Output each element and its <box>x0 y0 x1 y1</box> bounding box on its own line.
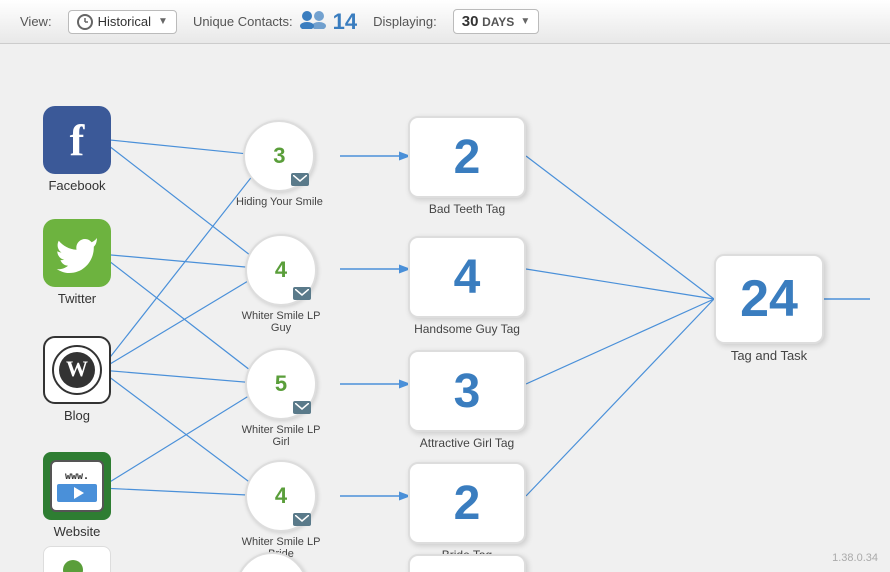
result-box: 24 <box>714 254 824 344</box>
funnel-number-whiter-girl: 5 <box>275 371 287 397</box>
result-node-tag-task[interactable]: 24 Tag and Task <box>714 254 824 363</box>
svg-text:W: W <box>66 356 88 381</box>
twitter-icon <box>43 219 111 287</box>
funnel-email-icon-whiter-guy <box>293 287 311 300</box>
toolbar: View: Historical ▼ Unique Contacts: 14 D… <box>0 0 890 44</box>
tag-node-bad-teeth[interactable]: 2 Bad Teeth Tag <box>408 116 526 216</box>
version-text: 1.38.0.34 <box>832 552 878 564</box>
funnel-number-whiter-bride: 4 <box>275 483 287 509</box>
unique-contacts-label: Unique Contacts: <box>193 14 293 29</box>
contacts-count: 14 <box>333 9 357 35</box>
tag-box-attractive-girl: 3 <box>408 350 526 432</box>
twitter-label: Twitter <box>58 291 96 306</box>
source-node-blog[interactable]: W Blog <box>32 336 122 423</box>
result-number: 24 <box>740 269 798 329</box>
tag-node-attractive-girl[interactable]: 3 Attractive Girl Tag <box>408 350 526 450</box>
tag-node-handsome-guy[interactable]: 4 Handsome Guy Tag <box>408 236 526 336</box>
funnel-node-whiter-guy[interactable]: 4 Whiter Smile LP Guy <box>236 234 326 334</box>
funnel-number-whiter-guy: 4 <box>275 257 287 283</box>
contact-icon <box>43 546 111 572</box>
displaying-label: Displaying: <box>373 14 437 29</box>
tag-node-bride[interactable]: 2 Bride Tag <box>408 462 526 562</box>
source-node-twitter[interactable]: Twitter <box>32 219 122 306</box>
view-dropdown[interactable]: Historical ▼ <box>68 10 177 34</box>
funnel-number-hiding: 3 <box>273 143 285 169</box>
website-label: Website <box>54 524 101 539</box>
view-label: View: <box>20 14 52 29</box>
funnel-circle-hiding: 3 <box>243 120 315 192</box>
days-dropdown-arrow: ▼ <box>520 16 530 27</box>
funnel-node-hiding[interactable]: 3 Hiding Your Smile <box>236 120 323 208</box>
source-node-facebook[interactable]: f Facebook <box>32 106 122 193</box>
blog-icon: W <box>43 336 111 404</box>
funnel-label-whiter-guy: Whiter Smile LP Guy <box>236 310 326 334</box>
blog-label: Blog <box>64 408 90 423</box>
tag-number-attractive-girl: 3 <box>454 364 481 419</box>
days-value: 30 DAYS <box>462 13 515 30</box>
funnel-email-icon-whiter-bride <box>293 513 311 526</box>
tag-label-attractive-girl: Attractive Girl Tag <box>420 436 514 450</box>
tag-box-bride: 2 <box>408 462 526 544</box>
days-dropdown[interactable]: 30 DAYS ▼ <box>453 9 539 34</box>
funnel-email-icon-hiding <box>291 173 309 186</box>
funnel-node-whiter-bride[interactable]: 4 Whiter Smile LP Bride <box>236 460 326 560</box>
funnel-circle-whiter-bride: 4 <box>245 460 317 532</box>
view-option-text: Historical <box>98 14 151 29</box>
unique-contacts-section: Unique Contacts: 14 <box>193 9 357 35</box>
contacts-icon <box>299 9 327 34</box>
tag-box-handsome-guy: 4 <box>408 236 526 318</box>
facebook-icon: f <box>43 106 111 174</box>
funnel-circle-unknown: 0 <box>236 552 308 572</box>
view-dropdown-arrow: ▼ <box>158 16 168 27</box>
tag-label-bad-teeth: Bad Teeth Tag <box>429 202 505 216</box>
result-label: Tag and Task <box>731 348 807 363</box>
funnel-circle-whiter-guy: 4 <box>245 234 317 306</box>
funnel-email-icon-whiter-girl <box>293 401 311 414</box>
funnel-circle-whiter-girl: 5 <box>245 348 317 420</box>
facebook-label: Facebook <box>48 178 105 193</box>
funnel-node-whiter-girl[interactable]: 5 Whiter Smile LP Girl <box>236 348 326 448</box>
funnel-node-unknown[interactable]: 0 <box>236 552 308 572</box>
tag-label-handsome-guy: Handsome Guy Tag <box>414 322 520 336</box>
tag-number-unknown: 0 <box>454 568 481 572</box>
funnel-label-whiter-girl: Whiter Smile LP Girl <box>236 424 326 448</box>
tag-number-bad-teeth: 2 <box>454 130 481 185</box>
flow-canvas: f Facebook Twitter W Blog www. <box>0 44 890 572</box>
tag-number-handsome-guy: 4 <box>454 250 481 305</box>
funnel-label-hiding: Hiding Your Smile <box>236 196 323 208</box>
website-icon: www. <box>43 452 111 520</box>
source-node-contact[interactable] <box>32 546 122 572</box>
tag-number-bride: 2 <box>454 476 481 531</box>
tag-box-unknown: 0 <box>408 554 526 572</box>
tag-node-unknown[interactable]: 0 <box>408 554 526 572</box>
tag-box-bad-teeth: 2 <box>408 116 526 198</box>
source-node-website[interactable]: www. Website <box>32 452 122 539</box>
clock-icon <box>77 14 93 30</box>
